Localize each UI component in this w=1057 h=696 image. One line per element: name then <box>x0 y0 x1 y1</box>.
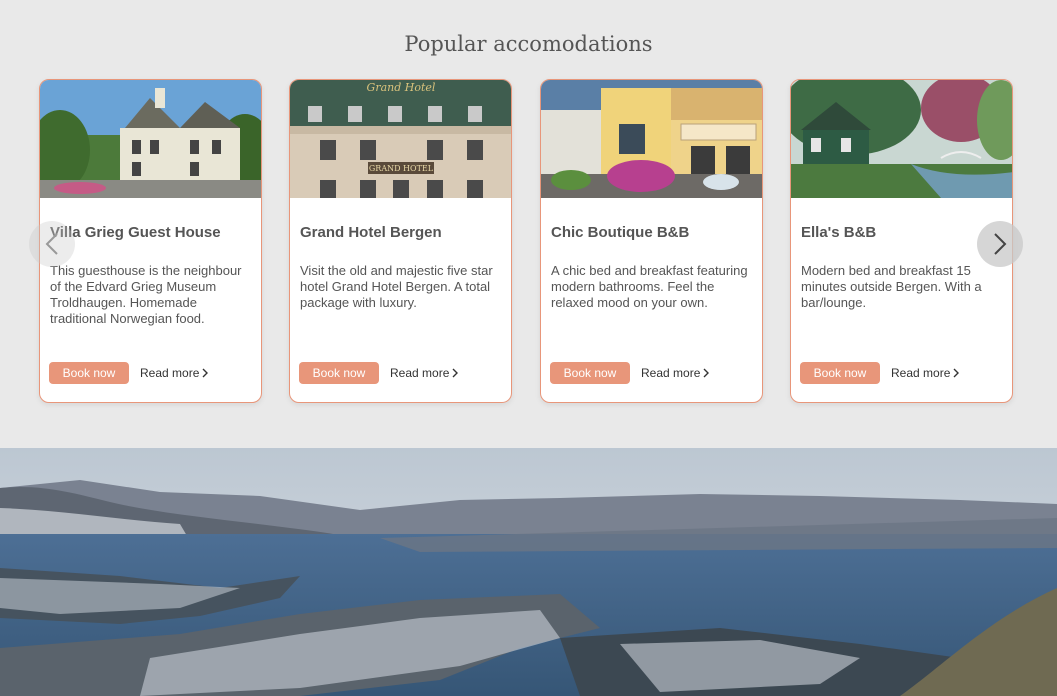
chevron-right-icon <box>452 368 459 378</box>
chevron-right-icon <box>953 368 960 378</box>
carousel-prev-button[interactable] <box>29 221 75 267</box>
read-more-link[interactable]: Read more <box>390 366 459 380</box>
card-title: Villa Grieg Guest House <box>50 224 221 241</box>
chevron-right-icon <box>994 233 1007 255</box>
accommodation-card: Chic Boutique B&B A chic bed and breakfa… <box>540 79 763 403</box>
read-more-label: Read more <box>140 366 200 380</box>
card-description: A chic bed and breakfast featuring moder… <box>551 263 748 310</box>
card-description: Visit the old and majestic five star hot… <box>300 263 493 310</box>
read-more-link[interactable]: Read more <box>891 366 960 380</box>
read-more-link[interactable]: Read more <box>641 366 710 380</box>
accommodation-card: Grand Hotel GRAND HOTEL Grand Hotel Berg… <box>289 79 512 403</box>
villa-photo <box>40 80 261 198</box>
hotel-sign-text: GRAND HOTEL <box>369 164 434 173</box>
read-more-label: Read more <box>641 366 701 380</box>
garden-house-photo <box>791 80 1012 198</box>
card-title: Grand Hotel Bergen <box>300 224 442 241</box>
hotel-roof-text: Grand Hotel <box>367 81 436 94</box>
chevron-left-icon <box>45 233 58 255</box>
book-now-button[interactable]: Book now <box>550 362 630 384</box>
bergen-fjord-photo <box>0 448 1057 696</box>
chevron-right-icon <box>202 368 209 378</box>
read-more-label: Read more <box>390 366 450 380</box>
card-description: This guesthouse is the neighbour of the … <box>50 263 242 326</box>
card-title: Chic Boutique B&B <box>551 224 690 241</box>
hotel-facade-photo: Grand Hotel GRAND HOTEL <box>290 80 511 198</box>
section-title: Popular accomodations <box>404 32 653 56</box>
read-more-link[interactable]: Read more <box>140 366 209 380</box>
boutique-street-photo <box>541 80 762 198</box>
card-description: Modern bed and breakfast 15 minutes outs… <box>801 263 982 310</box>
book-now-button[interactable]: Book now <box>49 362 129 384</box>
book-now-button[interactable]: Book now <box>800 362 880 384</box>
read-more-label: Read more <box>891 366 951 380</box>
book-now-button[interactable]: Book now <box>299 362 379 384</box>
card-title: Ella's B&B <box>801 224 877 241</box>
chevron-right-icon <box>703 368 710 378</box>
carousel-next-button[interactable] <box>977 221 1023 267</box>
